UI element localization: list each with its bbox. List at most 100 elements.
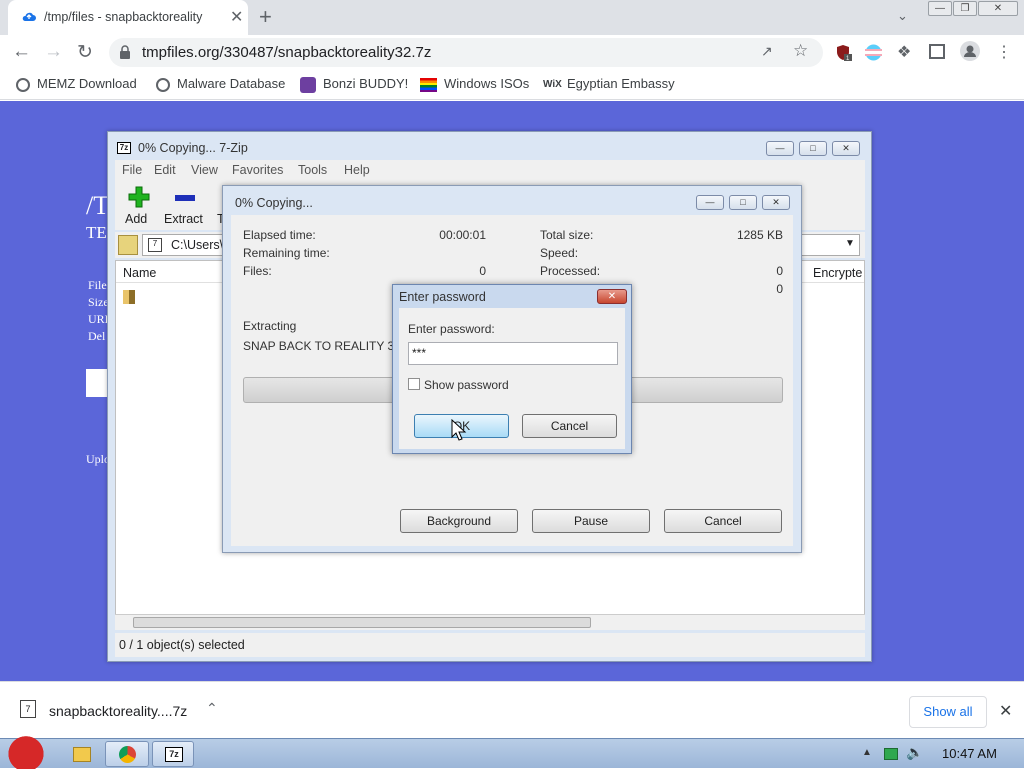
download-filename[interactable]: snapbacktoreality....7z: [49, 703, 187, 719]
page-text-fragment: File: [88, 278, 107, 292]
close-button[interactable]: ✕: [597, 289, 627, 304]
processed-value: 0: [776, 264, 783, 278]
maximize-button[interactable]: □: [799, 141, 827, 156]
menu-favorites[interactable]: Favorites: [232, 163, 283, 177]
minimize-button[interactable]: —: [696, 195, 724, 210]
maximize-button[interactable]: □: [729, 195, 757, 210]
folder-icon: [73, 747, 91, 762]
up-folder-icon[interactable]: [118, 235, 138, 255]
close-button[interactable]: ✕: [762, 195, 790, 210]
minus-icon[interactable]: [175, 195, 195, 201]
forward-icon[interactable]: →: [44, 41, 63, 63]
shield-extension-icon[interactable]: 1: [835, 44, 852, 61]
bookmark-bonzi[interactable]: Bonzi BUDDY!: [300, 76, 408, 93]
clock[interactable]: 10:47 AM: [942, 746, 997, 761]
status-bar: 0 / 1 object(s) selected: [115, 633, 865, 657]
menu-tools[interactable]: Tools: [298, 163, 327, 177]
plus-icon: [128, 186, 150, 208]
menu-view[interactable]: View: [191, 163, 218, 177]
7zip-file-icon: 7: [148, 238, 162, 252]
cancel-button[interactable]: Cancel: [664, 509, 782, 533]
page-text-fragment: Size: [88, 295, 109, 309]
close-button[interactable]: ✕: [832, 141, 860, 156]
bonzi-icon: [300, 76, 316, 93]
column-name[interactable]: Name: [123, 266, 156, 280]
back-icon[interactable]: ←: [12, 41, 31, 63]
dropdown-arrow-icon[interactable]: ▼: [845, 238, 855, 249]
page-button-fragment[interactable]: [86, 369, 108, 397]
cloud-upload-icon: [22, 12, 36, 21]
dialog-body: Enter password: *** Show password OK Can…: [399, 308, 625, 449]
password-field[interactable]: ***: [408, 342, 618, 365]
column-encrypted[interactable]: Encrypte: [813, 266, 862, 280]
bookmark-malware-database[interactable]: Malware Database: [156, 76, 285, 92]
password-label: Enter password:: [408, 322, 495, 336]
globe-icon: [16, 77, 30, 92]
new-tab-button[interactable]: +: [259, 4, 272, 30]
tray-expand-icon[interactable]: ▲: [862, 747, 872, 758]
bookmark-memz[interactable]: MEMZ Download: [16, 76, 137, 92]
pause-button[interactable]: Pause: [532, 509, 650, 533]
remaining-label: Remaining time:: [243, 246, 330, 260]
chevron-up-icon[interactable]: ⌃: [206, 700, 218, 717]
taskbar: 7z ▲ 🔈 10:47 AM: [0, 731, 1024, 769]
network-icon[interactable]: [884, 748, 898, 760]
taskbar-7zip[interactable]: 7z: [152, 741, 194, 767]
taskbar-chrome[interactable]: [105, 741, 149, 767]
restore-window-button[interactable]: ❐: [953, 1, 977, 16]
folder-icon[interactable]: [123, 290, 135, 304]
tab-search-icon[interactable]: ⌄: [897, 8, 908, 24]
menu-edit[interactable]: Edit: [154, 163, 176, 177]
speed-label: Speed:: [540, 246, 579, 260]
cancel-button[interactable]: Cancel: [522, 414, 617, 438]
show-password-checkbox[interactable]: [408, 378, 420, 390]
side-panel-icon[interactable]: [929, 44, 945, 59]
tab-title: /tmp/files - snapbacktoreality: [44, 10, 203, 24]
bookmark-egyptian-embassy[interactable]: WiX Egyptian Embassy: [543, 76, 675, 91]
processed-label: Processed:: [540, 264, 601, 278]
active-tab[interactable]: /tmp/files - snapbacktoreality ✕: [8, 0, 248, 35]
taskbar-explorer[interactable]: [60, 741, 102, 767]
add-button[interactable]: [128, 186, 150, 211]
window-title: 0% Copying... 7-Zip: [138, 141, 248, 155]
menu-kebab-icon[interactable]: ⋮: [996, 42, 1012, 62]
wix-icon: WiX: [543, 79, 562, 91]
horizontal-scrollbar[interactable]: [115, 614, 865, 630]
minimize-button[interactable]: —: [766, 141, 794, 156]
page-title-fragment: /T: [86, 191, 110, 220]
volume-icon[interactable]: 🔈: [906, 744, 923, 761]
show-all-button[interactable]: Show all: [909, 696, 987, 728]
7zip-logo-icon: 7z: [165, 747, 183, 762]
elapsed-value: 00:00:01: [439, 228, 486, 242]
show-password-label[interactable]: Show password: [424, 378, 509, 392]
7zip-file-icon: 7: [20, 700, 36, 718]
close-window-button[interactable]: ✕: [978, 1, 1018, 16]
menu-help[interactable]: Help: [344, 163, 370, 177]
globe-icon: [156, 77, 170, 92]
tab-close-icon[interactable]: ✕: [230, 7, 243, 27]
add-label: Add: [125, 212, 148, 226]
profile-avatar-icon[interactable]: [960, 41, 980, 61]
extensions-puzzle-icon[interactable]: ❖: [897, 42, 914, 61]
trans-flag-extension-icon[interactable]: [865, 44, 882, 61]
files-label: Files:: [243, 264, 272, 278]
password-dialog: Enter password ✕ Enter password: *** Sho…: [392, 284, 632, 454]
angry-bird-start-icon[interactable]: [4, 731, 48, 769]
7zip-logo-icon: 7z: [117, 142, 131, 154]
scroll-thumb[interactable]: [133, 617, 591, 628]
download-shelf: 7 snapbacktoreality....7z ⌃ Show all ✕: [0, 681, 1024, 738]
menu-file[interactable]: File: [122, 163, 142, 177]
status-text: 0 / 1 object(s) selected: [119, 638, 245, 652]
page-text-fragment: Del: [88, 329, 106, 343]
reload-icon[interactable]: ↻: [77, 41, 93, 64]
background-button[interactable]: Background: [400, 509, 518, 533]
bookmark-star-icon[interactable]: ☆: [793, 41, 808, 61]
extract-label[interactable]: Extract: [164, 212, 203, 226]
share-icon[interactable]: ↗: [761, 43, 773, 60]
close-shelf-icon[interactable]: ✕: [999, 701, 1012, 721]
extracting-item: SNAP BACK TO REALITY 32: [243, 339, 401, 353]
bookmarks-bar: MEMZ Download Malware Database Bonzi BUD…: [0, 70, 1024, 100]
minimize-window-button[interactable]: —: [928, 1, 952, 16]
bookmark-windows-isos[interactable]: Windows ISOs: [420, 76, 529, 92]
address-bar[interactable]: tmpfiles.org/330487/snapbacktoreality32.…: [109, 38, 823, 67]
